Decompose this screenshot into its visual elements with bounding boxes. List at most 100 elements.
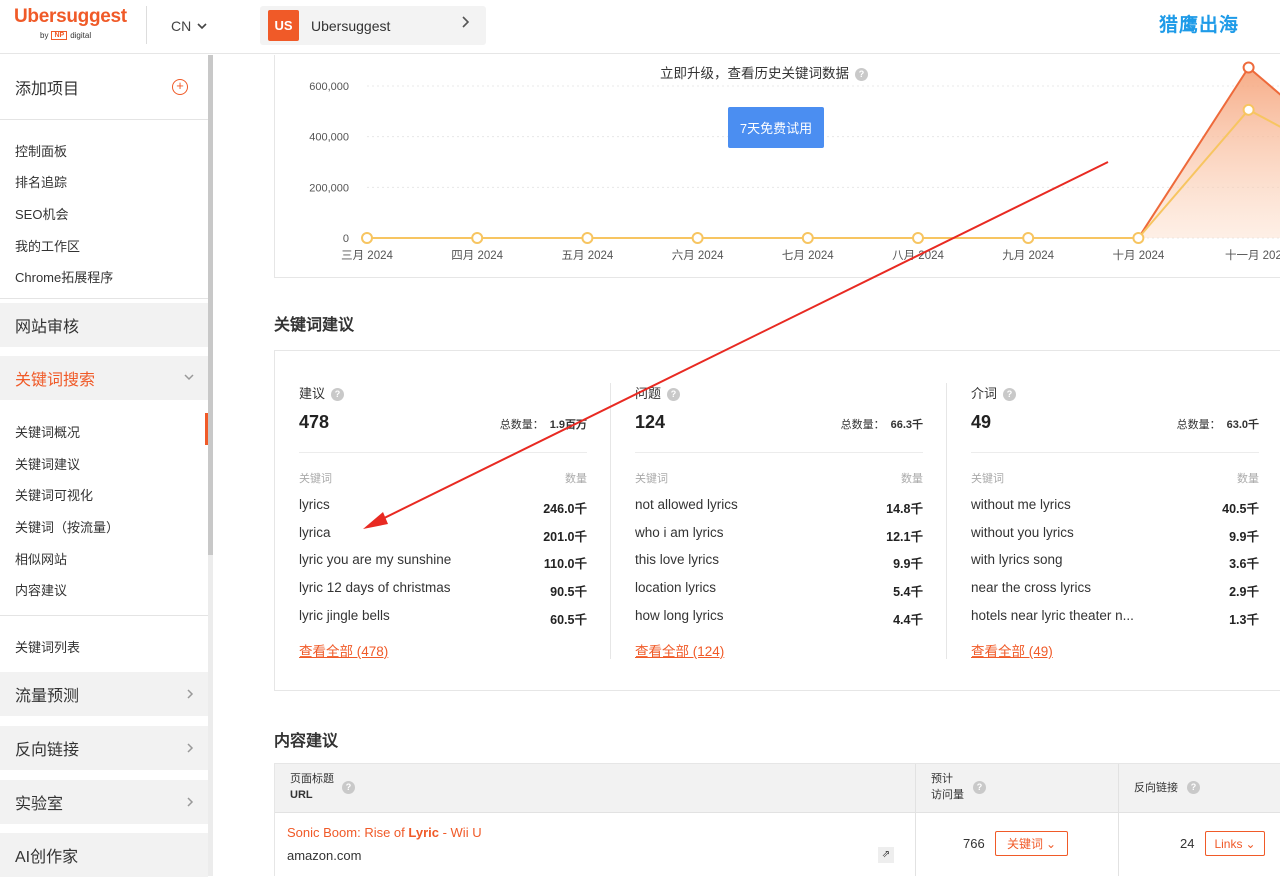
chart-canvas: 0 200,000 400,000 600,000 三月 2024 四月 2024 五月 2… xyxy=(309,61,1280,262)
sidebar-section-keyword-search[interactable]: 关键词搜索 xyxy=(0,356,208,400)
help-icon[interactable]: ? xyxy=(973,781,986,794)
sidebar-item-chrome-extension[interactable]: Chrome拓展程序 xyxy=(15,267,113,286)
links-dropdown-button[interactable]: Links ⌄ xyxy=(1205,831,1265,856)
keyword-row[interactable]: lyric 12 days of christmas 90.5千 xyxy=(299,580,587,600)
sidebar-item-dashboard[interactable]: 控制面板 xyxy=(15,141,67,160)
keyword-volume: 3.6千 xyxy=(1229,557,1259,572)
keyword-text[interactable]: lyric you are my sunshine xyxy=(299,552,451,567)
keyword-text[interactable]: location lyrics xyxy=(635,580,716,595)
sidebar-section-backlinks[interactable]: 反向链接 xyxy=(0,726,208,770)
traffic-forecast-label: 流量预测 xyxy=(15,688,80,705)
sidebar-item-keyword-ideas[interactable]: 关键词建议 xyxy=(15,454,80,473)
keyword-volume: 9.9千 xyxy=(1229,529,1259,544)
keyword-row[interactable]: lyrics 246.0千 xyxy=(299,497,587,517)
keyword-volume: 40.5千 xyxy=(1222,502,1259,516)
th-keyword: 关键词 xyxy=(971,473,1004,485)
logo-byline: by NP digital xyxy=(14,31,127,40)
keyword-row[interactable]: lyrica 201.0千 xyxy=(299,525,587,545)
help-icon[interactable]: ? xyxy=(855,67,868,81)
help-icon[interactable]: ? xyxy=(331,388,345,402)
sidebar-item-workspace[interactable]: 我的工作区 xyxy=(15,236,80,255)
column-heading-label: 问题 xyxy=(635,386,662,401)
keyword-row[interactable]: this love lyrics 9.9千 xyxy=(635,552,923,572)
help-icon[interactable]: ? xyxy=(1187,781,1200,794)
total-volume-label: 总数量： xyxy=(499,419,544,431)
sidebar-divider xyxy=(0,298,208,299)
add-project-item[interactable]: 添加项目 + xyxy=(0,55,208,119)
content-title-link[interactable]: Sonic Boom: Rise of Lyric - Wii U xyxy=(287,825,482,840)
help-icon[interactable]: ? xyxy=(667,388,681,402)
keyword-text[interactable]: this love lyrics xyxy=(635,552,719,567)
x-tick-label: 四月 2024 xyxy=(451,250,503,262)
keyword-volume: 2.9千 xyxy=(1229,585,1259,600)
keyword-column-suggestions: 建议? 478 总数量： 1.9百万 关键词 数量 lyrics 246.0千 lyrica 20… xyxy=(299,351,587,692)
keyword-row[interactable]: without you lyrics 9.9千 xyxy=(971,525,1259,545)
x-tick-label: 十一月 2024 xyxy=(1225,248,1280,262)
keyword-volume: 110.0千 xyxy=(543,557,587,572)
ubersuggest-logo[interactable]: Ubersuggest by NP digital xyxy=(14,6,127,40)
sidebar-item-rank-tracking[interactable]: 排名追踪 xyxy=(15,172,67,191)
keyword-row[interactable]: with lyrics song 3.6千 xyxy=(971,552,1259,572)
sidebar-section-traffic-forecast[interactable]: 流量预测 xyxy=(0,672,208,716)
top-header: Ubersuggest by NP digital CN US Ubersugg… xyxy=(0,0,1280,54)
plus-circle-icon[interactable]: + xyxy=(172,79,188,95)
keyword-row[interactable]: lyric you are my sunshine 110.0千 xyxy=(299,552,587,572)
sidebar-section-lab[interactable]: 实验室 xyxy=(0,780,208,824)
chevron-right-icon xyxy=(187,743,194,753)
keyword-text[interactable]: lyrica xyxy=(299,525,331,540)
keywords-dropdown-button[interactable]: 关键词 ⌄ xyxy=(995,831,1068,856)
sidebar-item-keyword-overview[interactable]: 关键词概况 xyxy=(15,422,80,441)
x-tick-label: 五月 2024 xyxy=(562,250,614,262)
keyword-text[interactable]: without me lyrics xyxy=(971,497,1071,512)
total-volume-label: 总数量： xyxy=(1176,419,1221,431)
series-line xyxy=(367,66,1280,239)
th-keyword: 关键词 xyxy=(299,473,332,485)
help-icon[interactable]: ? xyxy=(342,781,355,794)
chevron-right-icon xyxy=(187,689,194,699)
keyword-row[interactable]: lyric jingle bells 60.5千 xyxy=(299,608,587,628)
keyword-text[interactable]: near the cross lyrics xyxy=(971,580,1091,595)
sidebar-item-similar-websites[interactable]: 相似网站 xyxy=(15,549,67,568)
keywords-button-label: 关键词 xyxy=(1006,837,1043,851)
keyword-text[interactable]: hotels near lyric theater n... xyxy=(971,608,1134,623)
sidebar-item-content-ideas[interactable]: 内容建议 xyxy=(15,580,67,599)
view-all-link[interactable]: 查看全部 (49) xyxy=(971,640,1053,660)
total-volume-value: 63.0千 xyxy=(1226,419,1259,431)
sidebar-item-keyword-visualization[interactable]: 关键词可视化 xyxy=(15,485,93,504)
column-divider xyxy=(610,383,611,659)
sidebar-item-keyword-list[interactable]: 关键词列表 xyxy=(15,637,80,656)
sidebar-item-keywords-by-traffic[interactable]: 关键词（按流量） xyxy=(15,517,119,536)
view-all-link[interactable]: 查看全部 (478) xyxy=(299,640,388,660)
keyword-text[interactable]: with lyrics song xyxy=(971,552,1063,567)
language-selector[interactable]: CN xyxy=(171,18,207,34)
keyword-text[interactable]: how long lyrics xyxy=(635,608,724,623)
data-point xyxy=(912,232,924,244)
keyword-text[interactable]: lyric 12 days of christmas xyxy=(299,580,451,595)
keyword-row[interactable]: near the cross lyrics 2.9千 xyxy=(971,580,1259,600)
keyword-text[interactable]: who i am lyrics xyxy=(635,525,724,540)
th-volume: 数量 xyxy=(565,473,587,485)
keyword-row[interactable]: who i am lyrics 12.1千 xyxy=(635,525,923,545)
watermark-brand: 猎鹰出海 xyxy=(1159,15,1240,36)
project-selector[interactable]: US Ubersuggest xyxy=(260,6,486,45)
keyword-count: 124 xyxy=(635,412,666,432)
help-icon[interactable]: ? xyxy=(1003,388,1017,402)
free-trial-button[interactable]: 7天免费试用 xyxy=(728,107,824,148)
keyword-row[interactable]: without me lyrics 40.5千 xyxy=(971,497,1259,517)
keyword-text[interactable]: lyric jingle bells xyxy=(299,608,390,623)
x-tick-label: 三月 2024 xyxy=(341,250,393,262)
keyword-row[interactable]: hotels near lyric theater n... 1.3千 xyxy=(971,608,1259,628)
sidebar-item-seo-opportunities[interactable]: SEO机会 xyxy=(15,204,68,223)
keyword-row[interactable]: how long lyrics 4.4千 xyxy=(635,608,923,628)
keyword-text[interactable]: lyrics xyxy=(299,497,330,512)
keyword-text[interactable]: without you lyrics xyxy=(971,525,1074,540)
view-all-link[interactable]: 查看全部 (124) xyxy=(635,640,724,660)
y-tick-label: 0 xyxy=(343,233,349,245)
keyword-row[interactable]: not allowed lyrics 14.8千 xyxy=(635,497,923,517)
sidebar-section-site-audit[interactable]: 网站审核 xyxy=(0,303,208,347)
keyword-row[interactable]: location lyrics 5.4千 xyxy=(635,580,923,600)
keyword-volume: 14.8千 xyxy=(886,502,923,516)
sidebar-section-ai-writer[interactable]: AI创作家 xyxy=(0,833,208,877)
external-link-icon[interactable]: ⇗ xyxy=(878,847,894,863)
keyword-text[interactable]: not allowed lyrics xyxy=(635,497,738,512)
